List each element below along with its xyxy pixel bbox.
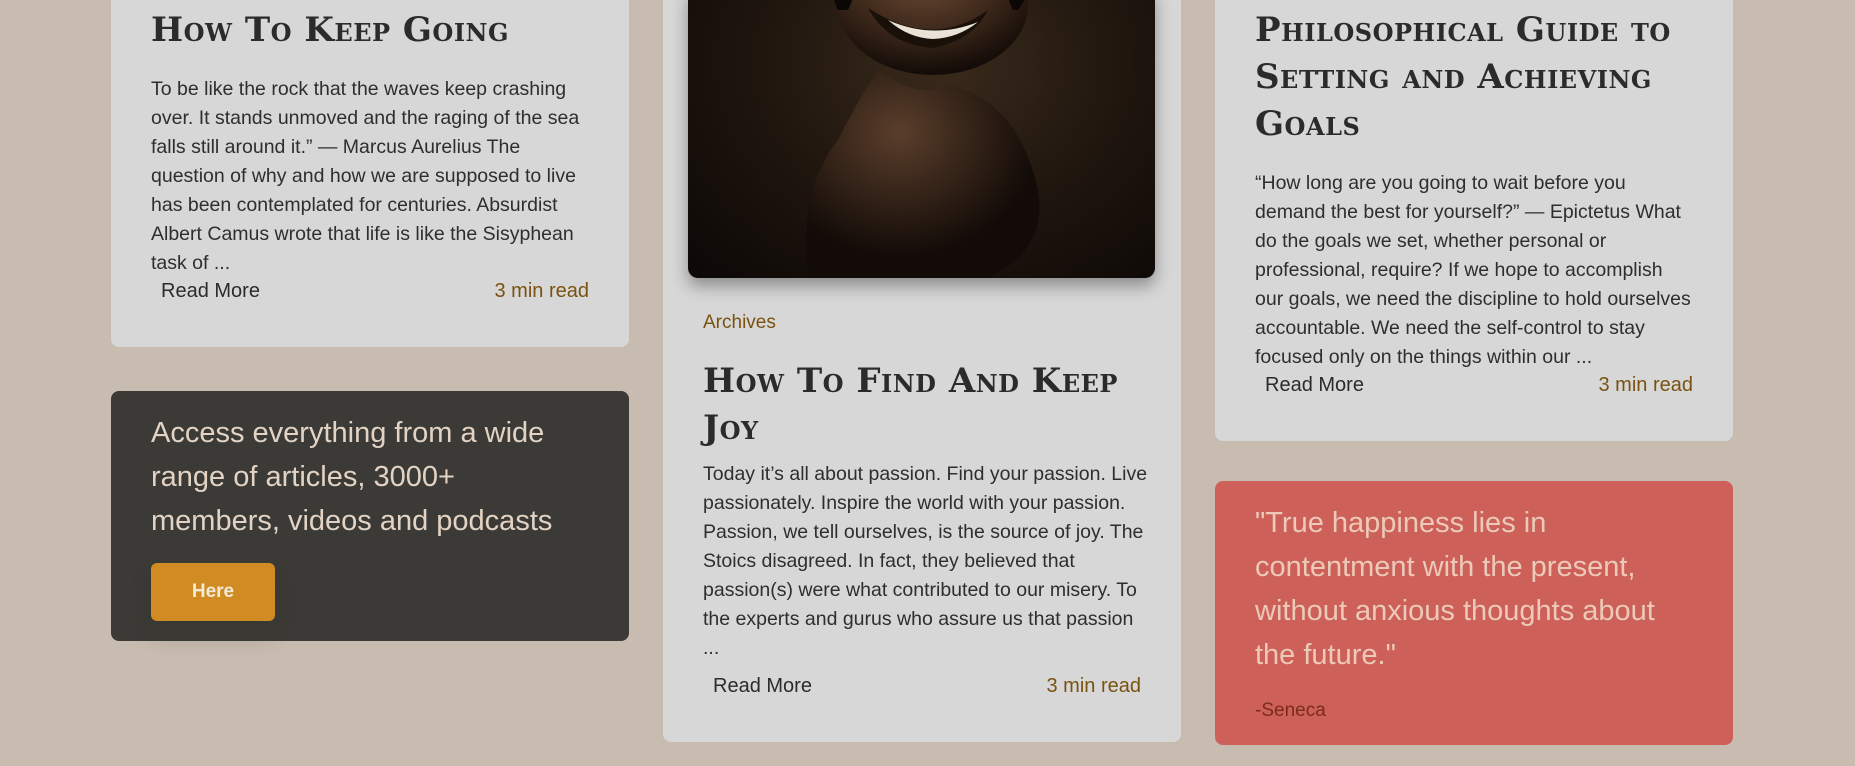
article-title[interactable]: Philosophical Guide to Setting and Achie… — [1255, 7, 1695, 148]
article-title[interactable]: How To Keep Going — [151, 10, 509, 50]
read-more-link[interactable]: Read More — [151, 280, 260, 303]
article-title[interactable]: How To Find And Keep Joy — [703, 358, 1148, 452]
quote-author: -Seneca — [1255, 700, 1326, 721]
portrait-photo-image — [806, 0, 1040, 278]
article-category[interactable]: Archives — [703, 312, 776, 334]
promo-card: Access everything from a wide range of a… — [111, 391, 629, 641]
article-excerpt: Today it’s all about passion. Find your … — [703, 463, 1148, 659]
article-excerpt: To be like the rock that the waves keep … — [151, 78, 580, 274]
article-card-find-joy: Archives How To Find And Keep Joy Today … — [663, 0, 1181, 742]
read-more-link[interactable]: Read More — [703, 675, 812, 698]
read-time: 3 min read — [1598, 374, 1694, 396]
quote-text: "True happiness lies in contentment with… — [1255, 507, 1655, 671]
read-more-link[interactable]: Read More — [1255, 374, 1364, 397]
article-card-goals: Philosophical Guide to Setting and Achie… — [1215, 0, 1733, 441]
article-card-keep-going: How To Keep Going To be like the rock th… — [111, 0, 629, 347]
quote-card: "True happiness lies in contentment with… — [1215, 481, 1733, 745]
article-excerpt: “How long are you going to wait before y… — [1255, 172, 1691, 368]
promo-text: Access everything from a wide range of a… — [151, 417, 553, 537]
promo-here-button[interactable]: Here — [151, 563, 275, 621]
read-time: 3 min read — [1046, 675, 1142, 697]
article-image[interactable] — [688, 0, 1155, 278]
read-time: 3 min read — [494, 280, 590, 302]
